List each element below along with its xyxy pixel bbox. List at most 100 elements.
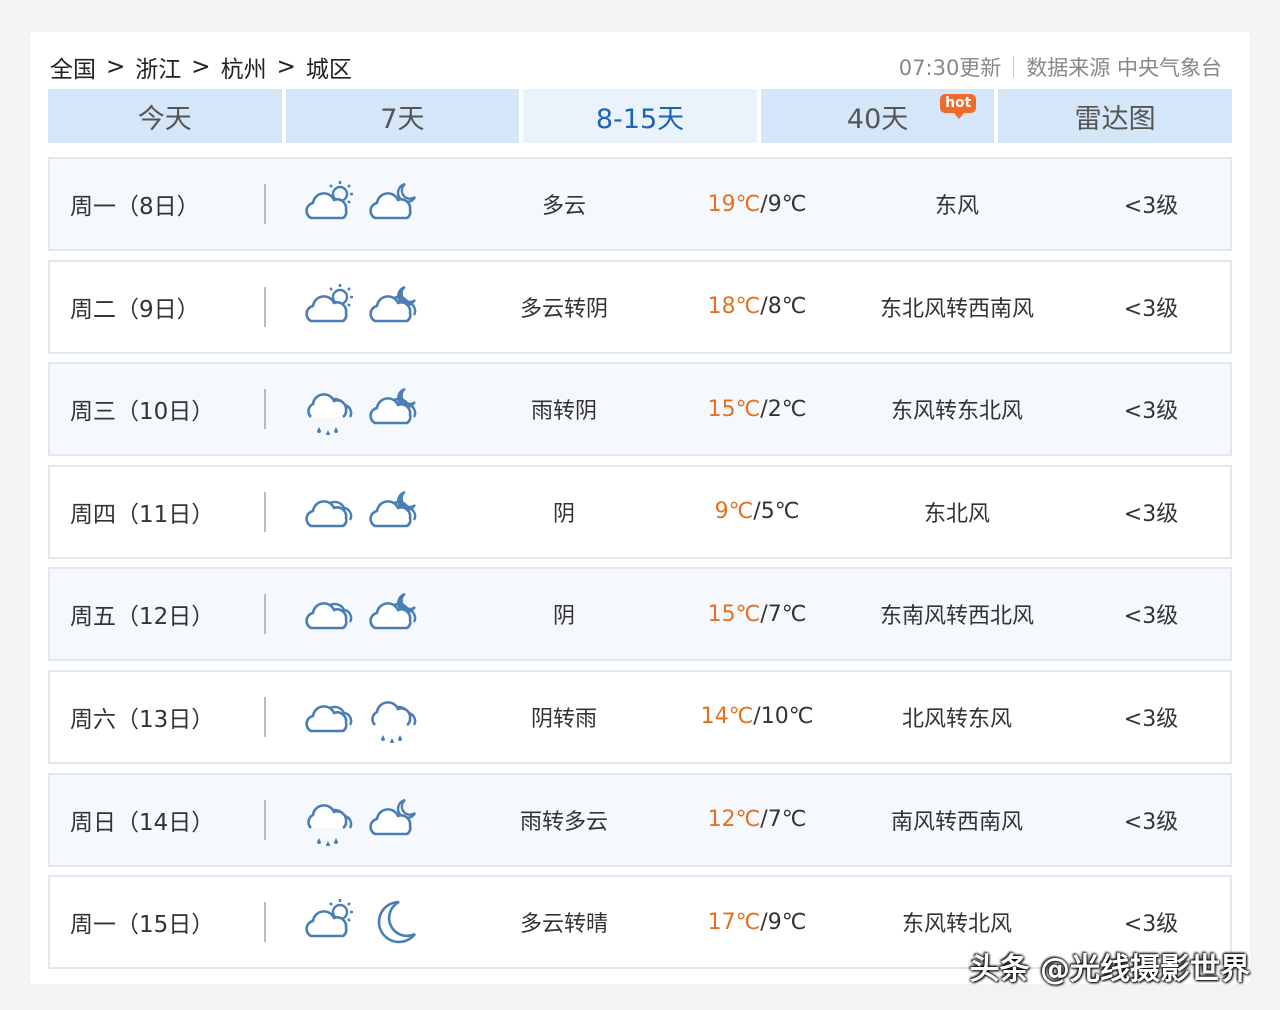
tab-40-days[interactable]: 40天 hot (760, 89, 995, 143)
weather-icons (266, 588, 456, 640)
tab-today[interactable]: 今天 (48, 89, 282, 143)
temp-high: 15℃ (707, 396, 761, 422)
temp-high: 12℃ (707, 807, 761, 833)
tab-label: 雷达图 (1074, 103, 1156, 135)
tab-label: 今天 (137, 103, 192, 135)
weather-icons (266, 281, 456, 333)
forecast-tabs: 今天 7天 8-15天 40天 hot 雷达图 (48, 89, 1232, 143)
weather-description: 多云转晴 (519, 912, 608, 938)
tab-label: 40天 (846, 103, 909, 135)
overcast-icon (305, 602, 353, 630)
clear-moon-icon (377, 900, 417, 944)
temperature: 19℃/9℃ (672, 192, 842, 217)
wind-direction: 东北风 (923, 501, 990, 527)
tab-label: 7天 (380, 103, 425, 135)
temperature: 9℃/5℃ (672, 499, 842, 524)
temp-high: 9℃ (714, 499, 754, 525)
day-label: 周一（8日） (50, 184, 266, 224)
overcast-moon-icon (369, 388, 417, 425)
cloudy-moon-icon (369, 798, 417, 835)
forecast-row[interactable]: 周一（8日） 多云 19℃/9℃ 东风 <3级 (48, 157, 1232, 251)
temp-low: /9℃ (760, 191, 807, 217)
tab-8-15-days[interactable]: 8-15天 (523, 89, 757, 143)
temp-low: /10℃ (753, 704, 814, 730)
watermark: 头条 @光线摄影世界 (969, 952, 1250, 987)
wind-level: <3级 (1123, 501, 1179, 527)
day-label: 周一（15日） (50, 902, 266, 943)
temperature: 17℃/9℃ (672, 910, 842, 935)
overcast-icon (305, 499, 353, 528)
temp-low: /7℃ (760, 807, 807, 833)
temperature: 18℃/8℃ (672, 294, 842, 319)
weather-icons (266, 383, 456, 436)
tab-label: 8-15天 (595, 103, 685, 135)
top-bar: 全国 > 浙江 > 杭州 > 城区 07:30更新 数据来源 中央气象台 (50, 50, 1222, 84)
breadcrumb-item-city[interactable]: 杭州 (221, 50, 267, 84)
weather-description: 多云转阴 (519, 296, 608, 322)
temp-low: /8℃ (760, 294, 807, 320)
temp-high: 17℃ (707, 909, 761, 935)
temp-low: /7℃ (760, 601, 807, 627)
hot-badge: hot (940, 94, 977, 119)
wind-direction: 北风转东风 (901, 706, 1012, 732)
rain-icon (307, 393, 353, 436)
wind-direction: 东北风转西南风 (879, 296, 1034, 322)
day-label: 周四（11日） (50, 491, 266, 532)
weather-description: 阴 (552, 501, 575, 527)
wind-direction: 东风转东北风 (890, 399, 1023, 425)
breadcrumb-separator: > (106, 54, 126, 80)
temp-high: 19℃ (707, 191, 761, 217)
day-label: 周六（13日） (50, 696, 266, 737)
temperature: 15℃/7℃ (672, 602, 842, 627)
forecast-row[interactable]: 周二（9日） 多云转阴 18℃/8℃ 东北风转西南风 <3级 (48, 259, 1232, 354)
breadcrumb-separator: > (191, 54, 211, 80)
wind-level: <3级 (1123, 912, 1179, 938)
forecast-row[interactable]: 周四（11日） 阴 9℃/5℃ 东北风 <3级 (48, 464, 1232, 559)
weather-icons (266, 896, 456, 948)
weather-description: 阴转雨 (530, 706, 597, 732)
temp-low: /9℃ (760, 909, 807, 935)
weather-icons (266, 178, 456, 230)
wind-level: <3级 (1123, 706, 1179, 732)
cloudy-moon-icon (369, 182, 417, 220)
wind-direction: 南风转西南风 (890, 809, 1023, 835)
cloudy-sun-icon (305, 899, 353, 938)
overcast-moon-icon (369, 593, 417, 630)
temp-low: /5℃ (753, 499, 800, 525)
temp-high: 15℃ (707, 601, 761, 627)
wind-level: <3级 (1123, 399, 1179, 425)
tab-radar[interactable]: 雷达图 (998, 89, 1232, 143)
wind-level: <3级 (1123, 194, 1179, 219)
tab-7-days[interactable]: 7天 (285, 89, 520, 143)
breadcrumb-separator: > (276, 54, 296, 80)
forecast-row[interactable]: 周五（12日） 阴 15℃/7℃ 东南风转西北风 <3级 (48, 567, 1232, 662)
wind-direction: 东南风转西北风 (879, 604, 1034, 630)
temperature: 14℃/10℃ (672, 704, 842, 729)
breadcrumb-item-country[interactable]: 全国 (50, 50, 96, 84)
temperature: 12℃/7℃ (672, 807, 842, 832)
forecast-row[interactable]: 周三（10日） 雨转阴 15℃/2℃ 东风转东北风 <3级 (48, 362, 1232, 457)
weather-description: 多云 (541, 194, 586, 219)
weather-icons (266, 691, 456, 743)
day-label: 周五（12日） (50, 594, 266, 635)
wind-level: <3级 (1123, 296, 1179, 322)
weather-description: 雨转多云 (519, 809, 608, 835)
forecast-row[interactable]: 周日（14日） 雨转多云 12℃/7℃ 南风转西南风 <3级 (48, 772, 1232, 867)
day-label: 周三（10日） (50, 389, 266, 430)
cloudy-sun-icon (305, 181, 353, 220)
day-label: 周二（9日） (50, 286, 266, 327)
data-source: 数据来源 中央气象台 (1026, 56, 1222, 80)
forecast-row[interactable]: 周六（13日） 阴转雨 14℃/10℃ 北风转东风 <3级 (48, 669, 1232, 764)
weather-icons (266, 794, 456, 846)
weather-card: 全国 > 浙江 > 杭州 > 城区 07:30更新 数据来源 中央气象台 今天 … (30, 32, 1250, 984)
meta-divider (1013, 56, 1015, 78)
weather-description: 阴 (552, 604, 575, 630)
day-label: 周日（14日） (50, 799, 266, 840)
temperature: 15℃/2℃ (672, 397, 842, 422)
update-time: 07:30更新 (898, 56, 1002, 80)
rain-icon (371, 701, 417, 743)
wind-direction: 东风转北风 (901, 912, 1012, 938)
overcast-moon-icon (369, 490, 417, 528)
breadcrumb-item-province[interactable]: 浙江 (135, 50, 181, 84)
forecast-list: 周一（8日） 多云 19℃/9℃ 东风 <3级 周二（9日） 多云转阴 18℃/… (48, 157, 1232, 978)
